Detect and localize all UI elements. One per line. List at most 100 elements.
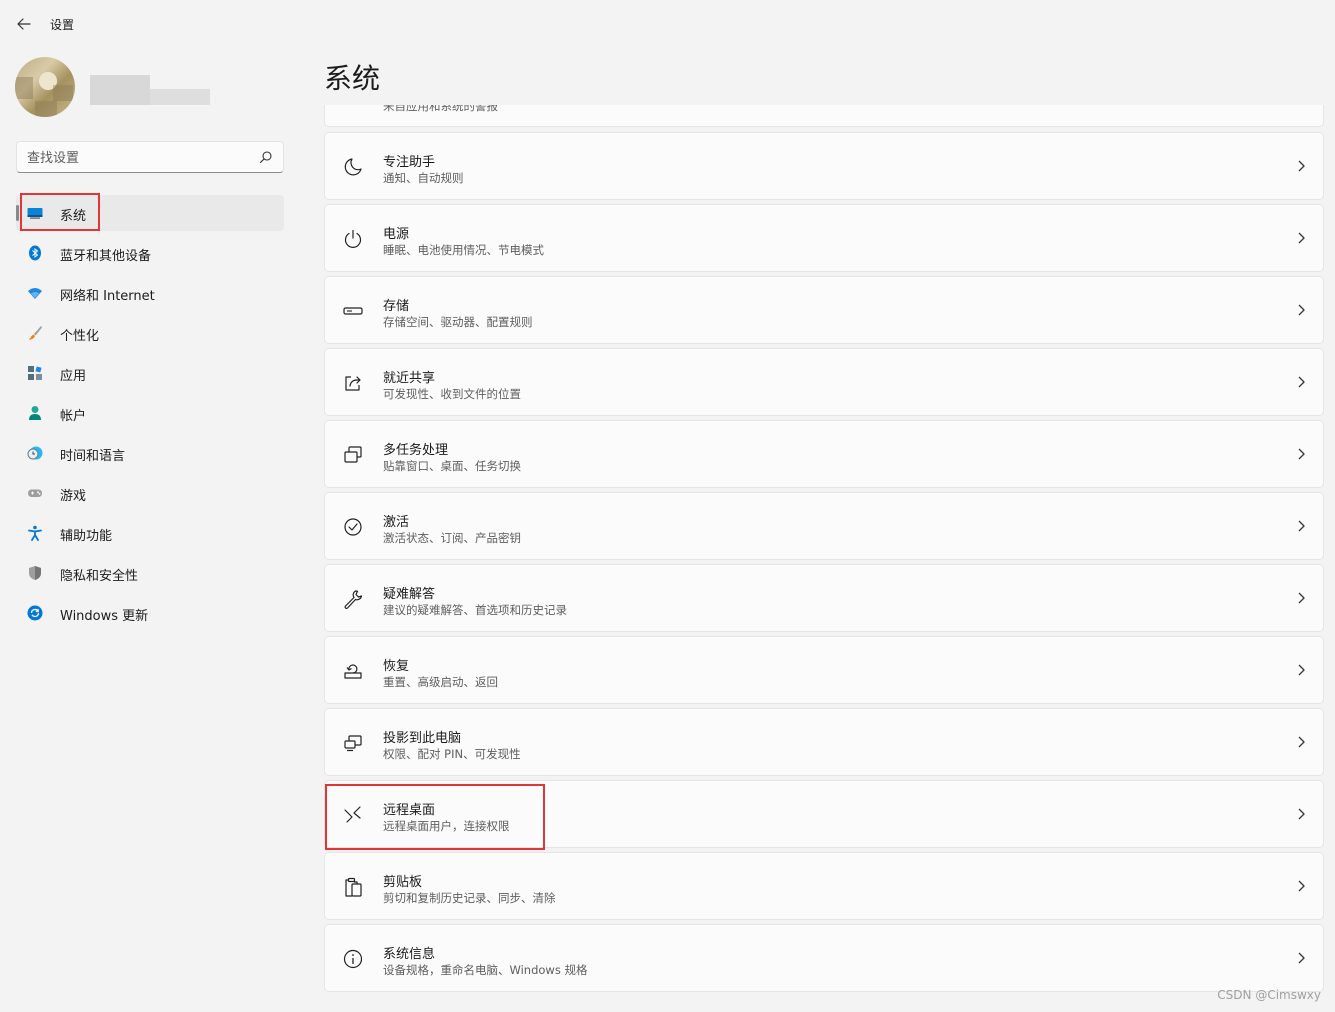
- settings-card-multitasking[interactable]: 多任务处理 贴靠窗口、桌面、任务切换: [324, 420, 1324, 488]
- check-circle-icon: [344, 518, 362, 536]
- settings-card-notifications-partial[interactable]: 来自应用和系统的警报: [324, 105, 1324, 127]
- accessibility-icon: [28, 525, 42, 541]
- wrench-icon: [344, 590, 363, 609]
- project-icon: [344, 735, 362, 752]
- gamepad-icon: [28, 489, 42, 497]
- info-icon: [343, 949, 363, 969]
- sidebar-item-label: Windows 更新: [60, 609, 149, 624]
- settings-card-recovery[interactable]: 恢复 重置、高级启动、返回: [324, 636, 1324, 704]
- sidebar-item-gaming[interactable]: 游戏: [16, 475, 284, 511]
- card-title: 投影到此电脑: [383, 731, 462, 746]
- storage-drive-icon: [343, 307, 363, 315]
- chevron-right-icon: [1298, 880, 1305, 892]
- apps-grid-icon: [28, 366, 42, 380]
- card-subtitle: 建议的疑难解答、首选项和历史记录: [383, 603, 567, 617]
- arrow-left-icon: [17, 18, 31, 30]
- settings-card-power[interactable]: 电源 睡眠、电池使用情况、节电模式: [324, 204, 1324, 272]
- search-input[interactable]: [27, 148, 247, 168]
- card-title: 系统信息: [383, 947, 436, 962]
- card-title: 存储: [383, 299, 410, 314]
- remote-desktop-icon: [344, 806, 361, 823]
- card-subtitle: 重置、高级启动、返回: [383, 675, 498, 689]
- chevron-right-icon: [1298, 160, 1305, 172]
- chevron-right-icon: [1298, 376, 1305, 388]
- card-subtitle: 睡眠、电池使用情况、节电模式: [383, 243, 544, 257]
- search-box[interactable]: [16, 141, 284, 173]
- settings-card-storage[interactable]: 存储 存储空间、驱动器、配置规则: [324, 276, 1324, 344]
- sidebar-item-network[interactable]: 网络和 Internet: [16, 275, 284, 311]
- title-bar: 设置: [0, 0, 1335, 48]
- chevron-right-icon: [1298, 304, 1305, 316]
- sidebar-item-apps[interactable]: 应用: [16, 355, 284, 391]
- moon-icon: [344, 158, 362, 176]
- sidebar-item-accessibility[interactable]: 辅助功能: [16, 515, 284, 551]
- person-icon: [29, 406, 41, 420]
- card-subtitle: 远程桌面用户，连接权限: [383, 819, 510, 833]
- sidebar-item-bluetooth[interactable]: 蓝牙和其他设备: [16, 235, 284, 271]
- sidebar-nav: 系统 蓝牙和其他设备 网络和 Internet 个性化 应用 帐户 时间和语言 …: [16, 195, 284, 635]
- sidebar-item-label: 网络和 Internet: [60, 289, 155, 304]
- system-display-icon: [27, 208, 43, 219]
- card-subtitle: 激活状态、订阅、产品密钥: [383, 531, 521, 545]
- shield-icon: [29, 566, 41, 580]
- settings-card-focus-assist[interactable]: 专注助手 通知、自动规则: [324, 132, 1324, 200]
- sidebar-item-accounts[interactable]: 帐户: [16, 395, 284, 431]
- settings-card-nearby-sharing[interactable]: 就近共享 可发现性、收到文件的位置: [324, 348, 1324, 416]
- sidebar-item-windows-update[interactable]: Windows 更新: [16, 595, 284, 631]
- settings-list: 来自应用和系统的警报 专注助手 通知、自动规则 电源 睡眠、电池使用情况、节电模…: [324, 105, 1324, 1012]
- card-subtitle: 设备规格，重命名电脑、Windows 规格: [383, 963, 588, 977]
- back-button[interactable]: [14, 14, 34, 34]
- chevron-right-icon: [1298, 736, 1305, 748]
- settings-card-troubleshoot[interactable]: 疑难解答 建议的疑难解答、首选项和历史记录: [324, 564, 1324, 632]
- settings-card-project-to-pc[interactable]: 投影到此电脑 权限、配对 PIN、可发现性: [324, 708, 1324, 776]
- card-subtitle: 来自应用和系统的警报: [383, 105, 498, 113]
- sidebar-item-label: 隐私和安全性: [60, 569, 139, 584]
- sidebar-item-time-language[interactable]: 时间和语言: [16, 435, 284, 471]
- page-title: 系统: [324, 62, 381, 95]
- card-title: 就近共享: [383, 371, 436, 386]
- card-title: 恢复: [383, 659, 410, 674]
- sidebar-item-label: 辅助功能: [60, 529, 113, 544]
- chevron-right-icon: [1298, 232, 1305, 244]
- card-subtitle: 权限、配对 PIN、可发现性: [383, 747, 521, 761]
- bluetooth-icon: [29, 245, 41, 261]
- chevron-right-icon: [1298, 808, 1305, 820]
- chevron-right-icon: [1298, 664, 1305, 676]
- sidebar-item-label: 应用: [60, 369, 87, 384]
- active-indicator: [16, 205, 19, 221]
- search-icon[interactable]: [259, 150, 273, 164]
- settings-card-about[interactable]: 系统信息 设备规格，重命名电脑、Windows 规格: [324, 924, 1324, 992]
- card-title: 专注助手: [383, 155, 436, 170]
- card-subtitle: 可发现性、收到文件的位置: [383, 387, 521, 401]
- card-title: 疑难解答: [383, 587, 436, 602]
- sidebar-item-label: 个性化: [60, 329, 100, 344]
- window-title: 设置: [50, 18, 75, 32]
- update-icon: [27, 605, 43, 621]
- sidebar-item-label: 时间和语言: [60, 449, 126, 464]
- recovery-icon: [344, 664, 362, 679]
- chevron-right-icon: [1298, 448, 1305, 460]
- wifi-icon: [28, 288, 42, 299]
- sidebar-item-privacy[interactable]: 隐私和安全性: [16, 555, 284, 591]
- sidebar-item-label: 帐户: [60, 409, 87, 424]
- power-icon: [344, 229, 362, 248]
- sidebar-item-label: 系统: [60, 209, 87, 224]
- card-title: 电源: [383, 227, 410, 242]
- card-subtitle: 存储空间、驱动器、配置规则: [383, 315, 533, 329]
- card-title: 多任务处理: [383, 443, 449, 458]
- settings-card-activation[interactable]: 激活 激活状态、订阅、产品密钥: [324, 492, 1324, 560]
- chevron-right-icon: [1298, 952, 1305, 964]
- card-subtitle: 通知、自动规则: [383, 171, 464, 185]
- user-name-blurred: [90, 75, 210, 105]
- card-subtitle: 剪切和复制历史记录、同步、清除: [383, 891, 556, 905]
- card-title: 激活: [383, 515, 410, 530]
- settings-card-remote-desktop[interactable]: 远程桌面 远程桌面用户，连接权限: [324, 780, 1324, 848]
- paintbrush-icon: [28, 326, 42, 340]
- sidebar-item-system[interactable]: 系统: [16, 195, 284, 231]
- settings-card-clipboard[interactable]: 剪贴板 剪切和复制历史记录、同步、清除: [324, 852, 1324, 920]
- sidebar-item-personalization[interactable]: 个性化: [16, 315, 284, 351]
- clipboard-icon: [345, 877, 362, 897]
- avatar[interactable]: [15, 57, 75, 117]
- clock-globe-icon: [27, 446, 43, 460]
- sidebar-item-label: 蓝牙和其他设备: [60, 249, 152, 264]
